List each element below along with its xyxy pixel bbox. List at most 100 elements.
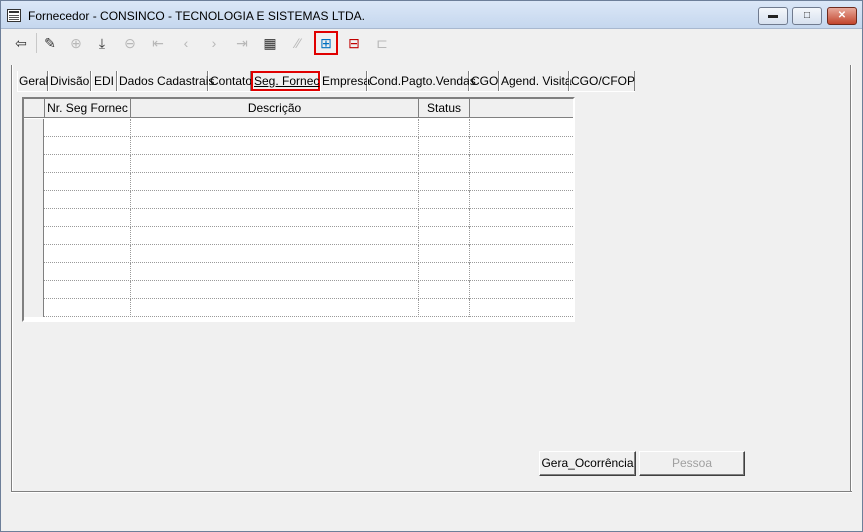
- table-cell[interactable]: [131, 155, 419, 173]
- table-cell[interactable]: [419, 173, 470, 191]
- table-cell[interactable]: [419, 155, 470, 173]
- col-nr-seg-fornec[interactable]: Nr. Seg Fornec: [45, 99, 131, 118]
- table-cell[interactable]: [419, 245, 470, 263]
- table-cell[interactable]: [131, 191, 419, 209]
- table-row[interactable]: [24, 155, 573, 173]
- delete-disabled-icon[interactable]: ⊖: [118, 31, 142, 55]
- row-header[interactable]: [24, 209, 44, 227]
- maximize-button[interactable]: □: [792, 7, 822, 25]
- pessoa-button[interactable]: Pessoa: [639, 451, 745, 476]
- eraser-icon[interactable]: ✎: [38, 31, 62, 55]
- table-cell[interactable]: [470, 137, 573, 155]
- table-cell[interactable]: [45, 173, 131, 191]
- table-cell[interactable]: [45, 155, 131, 173]
- row-header[interactable]: [24, 281, 44, 299]
- col-descricao[interactable]: Descrição: [131, 99, 419, 118]
- layout-disabled-icon[interactable]: ⊏: [370, 31, 394, 55]
- query-disabled-icon[interactable]: ⁄⁄: [286, 31, 310, 55]
- tab-edi[interactable]: EDI: [91, 71, 117, 91]
- table-cell[interactable]: [419, 263, 470, 281]
- tab-cond-pagto-vendas[interactable]: Cond.Pagto.Vendas: [367, 71, 476, 91]
- table-row[interactable]: [24, 299, 573, 317]
- table-cell[interactable]: [45, 209, 131, 227]
- table-cell[interactable]: [131, 245, 419, 263]
- table-cell[interactable]: [45, 119, 131, 137]
- gera-ocorrencia-button[interactable]: Gera_Ocorrência: [539, 451, 636, 476]
- row-header[interactable]: [24, 227, 44, 245]
- tab-geral[interactable]: Geral: [17, 71, 48, 91]
- table-row[interactable]: [24, 137, 573, 155]
- table-cell[interactable]: [45, 227, 131, 245]
- tab-cgo-cfop[interactable]: CGO/CFOP: [569, 71, 635, 91]
- remove-row-icon[interactable]: ⊟: [342, 31, 366, 55]
- table-cell[interactable]: [470, 227, 573, 245]
- table-cell[interactable]: [470, 281, 573, 299]
- table-cell[interactable]: [419, 191, 470, 209]
- table-cell[interactable]: [45, 281, 131, 299]
- tab-seg-fornec[interactable]: Seg. Fornec: [251, 71, 320, 91]
- table-row[interactable]: [24, 173, 573, 191]
- tab-cgo[interactable]: CGO: [469, 71, 499, 91]
- seg-fornec-grid[interactable]: Nr. Seg Fornec Descrição Status: [22, 97, 575, 322]
- film-icon[interactable]: ▦: [258, 31, 282, 55]
- row-header[interactable]: [24, 173, 44, 191]
- table-cell[interactable]: [45, 263, 131, 281]
- table-cell[interactable]: [419, 209, 470, 227]
- table-cell[interactable]: [45, 245, 131, 263]
- table-row[interactable]: [24, 119, 573, 137]
- row-header[interactable]: [24, 137, 44, 155]
- table-cell[interactable]: [470, 245, 573, 263]
- table-cell[interactable]: [131, 299, 419, 317]
- table-cell[interactable]: [419, 137, 470, 155]
- table-row[interactable]: [24, 191, 573, 209]
- table-cell[interactable]: [419, 281, 470, 299]
- col-status[interactable]: Status: [419, 99, 470, 118]
- next-disabled-icon[interactable]: ›: [202, 31, 226, 55]
- table-cell[interactable]: [470, 119, 573, 137]
- row-header[interactable]: [24, 263, 44, 281]
- table-cell[interactable]: [45, 191, 131, 209]
- row-header[interactable]: [24, 299, 44, 317]
- tab-contato[interactable]: Contato: [208, 71, 252, 91]
- table-cell[interactable]: [419, 299, 470, 317]
- first-disabled-icon[interactable]: ⇤: [146, 31, 170, 55]
- table-cell[interactable]: [131, 119, 419, 137]
- exit-icon[interactable]: ⇦: [9, 31, 33, 55]
- tab-agend-visita[interactable]: Agend. Visita: [499, 71, 572, 91]
- col-extra[interactable]: [470, 99, 573, 118]
- table-row[interactable]: [24, 245, 573, 263]
- table-cell[interactable]: [131, 173, 419, 191]
- table-cell[interactable]: [470, 263, 573, 281]
- table-cell[interactable]: [131, 137, 419, 155]
- close-button[interactable]: ✕: [827, 7, 857, 25]
- row-header[interactable]: [24, 119, 44, 137]
- table-row[interactable]: [24, 227, 573, 245]
- save-icon[interactable]: ⤓: [90, 31, 114, 55]
- table-cell[interactable]: [470, 209, 573, 227]
- tab-divisao[interactable]: Divisão: [48, 71, 91, 91]
- table-cell[interactable]: [470, 155, 573, 173]
- table-cell[interactable]: [131, 209, 419, 227]
- table-cell[interactable]: [419, 119, 470, 137]
- prev-disabled-icon[interactable]: ‹: [174, 31, 198, 55]
- table-cell[interactable]: [470, 173, 573, 191]
- last-disabled-icon[interactable]: ⇥: [230, 31, 254, 55]
- table-cell[interactable]: [419, 227, 470, 245]
- table-cell[interactable]: [131, 263, 419, 281]
- row-header[interactable]: [24, 155, 44, 173]
- row-header[interactable]: [24, 191, 44, 209]
- table-row[interactable]: [24, 263, 573, 281]
- tab-empresa[interactable]: Empresa: [320, 71, 370, 91]
- table-cell[interactable]: [470, 299, 573, 317]
- table-cell[interactable]: [131, 281, 419, 299]
- table-row[interactable]: [24, 209, 573, 227]
- table-row[interactable]: [24, 281, 573, 299]
- minimize-button[interactable]: ▬: [758, 7, 788, 25]
- tab-dados-cadastrais[interactable]: Dados Cadastrais: [117, 71, 214, 91]
- add-row-icon[interactable]: ⊞: [314, 31, 338, 55]
- table-cell[interactable]: [45, 299, 131, 317]
- table-cell[interactable]: [131, 227, 419, 245]
- insert-disabled-icon[interactable]: ⊕: [64, 31, 88, 55]
- table-cell[interactable]: [470, 191, 573, 209]
- table-cell[interactable]: [45, 137, 131, 155]
